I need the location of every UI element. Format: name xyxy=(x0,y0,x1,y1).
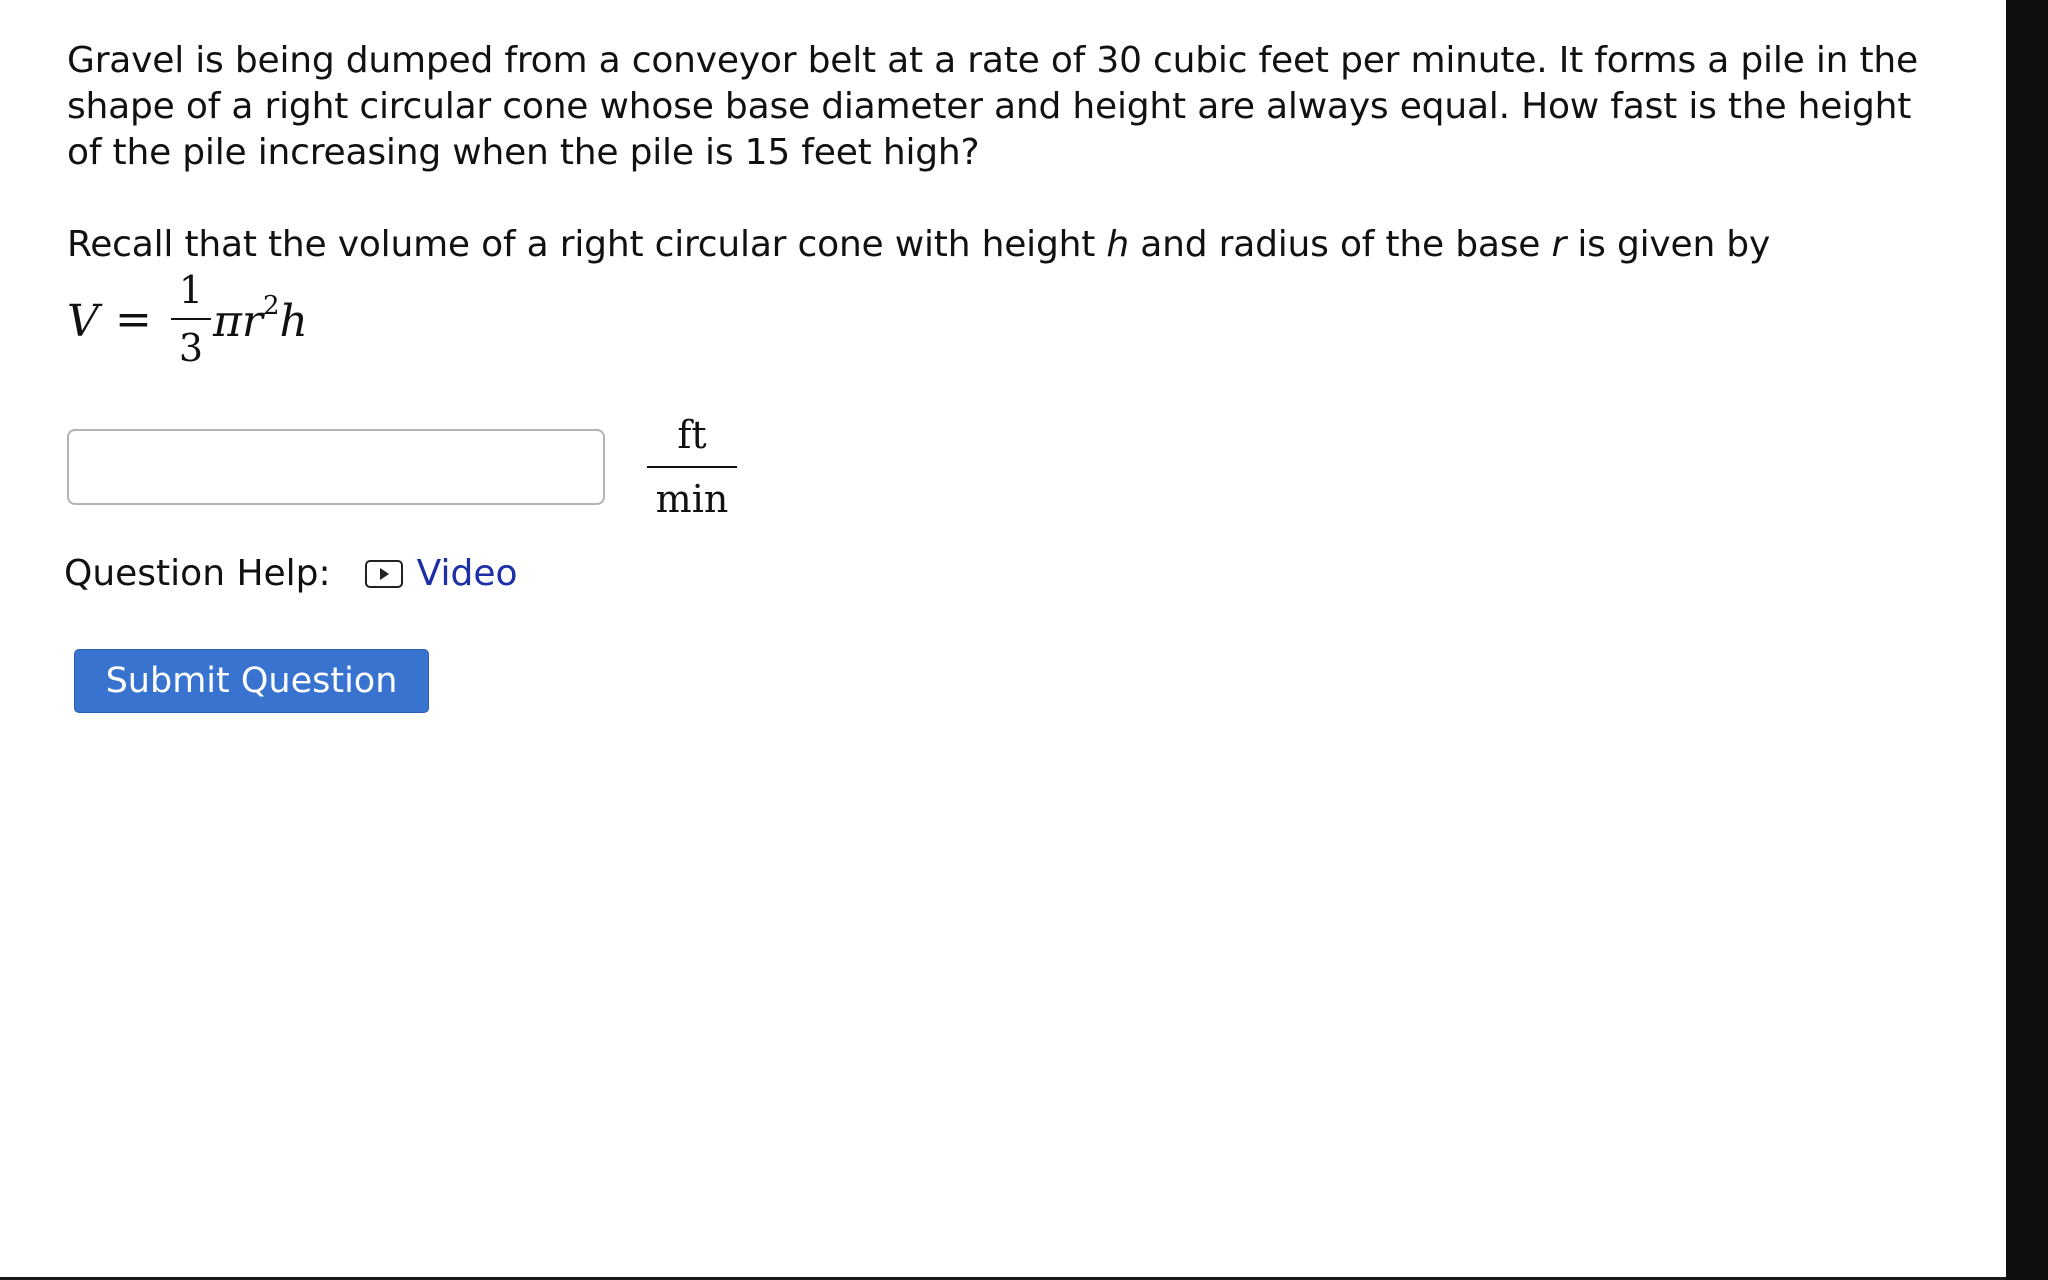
formula-equals: = xyxy=(115,294,152,345)
unit-denominator: min xyxy=(655,477,729,521)
formula-rest: πr2h xyxy=(213,291,308,347)
window-edge xyxy=(2006,0,2048,1280)
recall-prefix: Recall that the volume of a right circul… xyxy=(67,224,1107,265)
problem-text: Gravel is being dumped from a conveyor b… xyxy=(67,40,1918,173)
submit-question-button[interactable]: Submit Question xyxy=(74,649,429,713)
cone-volume-formula: V = 1 3 πr2h xyxy=(67,268,1947,372)
fraction-numerator: 1 xyxy=(178,268,204,312)
fraction-denominator: 3 xyxy=(178,326,204,370)
formula-pi-r: πr xyxy=(213,296,263,347)
answer-row: ft min xyxy=(67,412,867,532)
recall-var-r: r xyxy=(1551,224,1567,265)
answer-input[interactable] xyxy=(67,429,605,505)
unit-fraction-bar xyxy=(647,466,737,468)
question-body: Gravel is being dumped from a conveyor b… xyxy=(67,38,1947,372)
video-link[interactable]: Video xyxy=(417,551,518,597)
unit-numerator: ft xyxy=(677,413,707,457)
video-play-icon[interactable] xyxy=(364,560,403,588)
formula-lhs: V xyxy=(67,296,99,347)
recall-var-h: h xyxy=(1106,224,1129,265)
formula-fraction: 1 3 xyxy=(171,268,211,370)
formula-exponent: 2 xyxy=(262,291,280,322)
recall-text: Recall that the volume of a right circul… xyxy=(67,222,1947,268)
question-help: Question Help: Video xyxy=(64,551,518,597)
fraction-bar xyxy=(171,318,211,320)
formula-h: h xyxy=(279,296,308,347)
question-help-label: Question Help: xyxy=(64,553,331,594)
recall-suffix: is given by xyxy=(1566,224,1771,265)
recall-middle: and radius of the base xyxy=(1129,224,1552,265)
answer-unit: ft min xyxy=(647,412,737,522)
